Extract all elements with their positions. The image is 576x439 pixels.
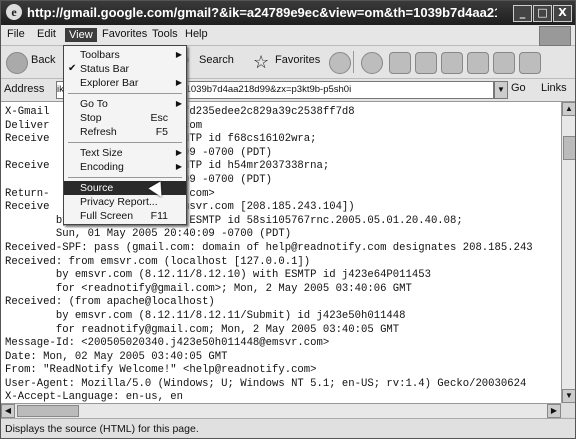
menu-item-full-screen[interactable]: Full Screen F11 [64,209,186,223]
source-line: Received: (from apache@localhost) [5,296,215,309]
window-title: http://gmail.google.com/gmail?&ik=a24789… [27,5,497,20]
status-bar: Displays the source (HTML) for this page… [1,418,575,438]
browser-window: e http://gmail.google.com/gmail?&ik=a247… [0,0,576,439]
menu-item-label: Toolbars [80,49,120,61]
menu-item-text-size[interactable]: Text Size ▶ [64,146,186,160]
menu-item-label: Stop [80,112,102,124]
scroll-corner [561,403,575,417]
scroll-left-icon[interactable]: ◀ [1,404,15,418]
mail-icon[interactable] [389,52,411,74]
menu-item-label: Status Bar [80,63,130,75]
menu-item-label: Text Size [80,147,123,159]
source-line: by emsvr.com (8.12.11/8.12.11/Submit) id… [5,309,406,322]
menu-item-shortcut: F5 [155,126,168,138]
edit-icon[interactable] [441,52,463,74]
view-menu-dropdown: Toolbars ▶ ✔ Status Bar Explorer Bar ▶ Go T… [63,45,187,225]
source-line: by emsvr.com (8.12.11/8.12.10) with ESMT… [5,269,431,282]
source-line: Received-SPF: pass (gmail.com: domain of… [5,241,533,254]
source-line: for <readnotify@gmail.com>; Mon, 2 May 2… [5,282,412,295]
menu-bar: File Edit View Favorites Tools Help [1,25,575,46]
vertical-scroll-thumb[interactable] [563,136,575,160]
source-line: Date: Mon, 02 May 2005 03:40:05 GMT [5,350,228,363]
media-icon[interactable] [329,52,351,74]
status-text: Displays the source (HTML) for this page… [5,423,199,435]
chevron-down-icon[interactable]: ▼ [494,81,508,99]
menu-item-go-to[interactable]: Go To ▶ [64,97,186,111]
menu-item-label: Encoding [80,161,124,173]
search-button-label[interactable]: Search [199,54,234,66]
checkmark-icon: ✔ [68,63,77,74]
menu-item-label: Source [80,182,114,194]
menu-item-status-bar[interactable]: ✔ Status Bar [64,62,186,76]
menu-file[interactable]: File [7,28,25,40]
menu-item-explorer-bar[interactable]: Explorer Bar ▶ [64,76,186,90]
menu-item-label: Explorer Bar [80,77,139,89]
source-line: Received: from emsvr.com (localhost [127… [5,255,311,268]
go-button[interactable]: Go [511,82,526,94]
print-icon[interactable] [415,52,437,74]
menu-item-label: Privacy Report... [80,196,158,208]
menu-item-toolbars[interactable]: Toolbars ▶ [64,48,186,62]
source-line: User-Agent: Mozilla/5.0 (Windows; U; Win… [5,377,527,390]
source-line: for readnotify@gmail.com; Mon, 2 May 200… [5,323,400,336]
back-button-label[interactable]: Back [31,54,55,66]
submenu-arrow-icon: ▶ [175,162,182,171]
menu-separator [68,142,182,143]
menu-item-label: Full Screen [80,210,134,222]
menu-view[interactable]: View [65,28,97,42]
scroll-right-icon[interactable]: ▶ [547,404,561,418]
links-button[interactable]: Links [541,82,567,94]
menu-item-privacy-report[interactable]: Privacy Report... [64,195,186,209]
ie-logo-icon: e [6,4,22,20]
horizontal-scroll-thumb[interactable] [17,405,79,417]
menu-item-shortcut: F11 [150,210,168,222]
menu-help[interactable]: Help [185,28,208,40]
menu-item-label: Refresh [80,126,117,138]
menu-item-encoding[interactable]: Encoding ▶ [64,160,186,174]
scroll-up-icon[interactable]: ▲ [562,102,575,116]
menu-tools[interactable]: Tools [152,28,178,40]
scroll-down-icon[interactable]: ▼ [562,389,575,403]
toolbar-separator [353,51,354,73]
menu-item-label: Go To [80,98,108,110]
address-label: Address [4,83,45,95]
favorites-star-icon[interactable]: ☆ [253,52,273,72]
menu-separator [68,93,182,94]
back-icon[interactable] [6,52,28,74]
submenu-arrow-icon: ▶ [175,99,182,108]
messenger-icon[interactable] [493,52,515,74]
menu-separator [68,177,182,178]
submenu-arrow-icon: ▶ [175,148,182,157]
discuss-icon[interactable] [467,52,489,74]
horizontal-scrollbar[interactable]: ◀ ▶ [1,403,561,418]
page-icon[interactable] [519,52,541,74]
maximize-button[interactable]: □ [533,5,552,22]
submenu-arrow-icon: ▶ [175,78,182,87]
submenu-arrow-icon: ▶ [175,50,182,59]
minimize-button[interactable]: _ [513,5,532,22]
windows-logo-icon [539,26,571,46]
source-line: Sun, 01 May 2005 20:40:09 -0700 (PDT) [5,228,292,241]
menu-item-shortcut: Esc [150,112,168,124]
menu-favorites[interactable]: Favorites [102,28,147,40]
title-bar[interactable]: e http://gmail.google.com/gmail?&ik=a247… [1,1,575,25]
source-line: Message-Id: <200505020340.j423e50h011448… [5,337,330,350]
menu-item-stop[interactable]: Stop Esc [64,111,186,125]
favorites-button-label[interactable]: Favorites [275,54,320,66]
source-line: From: "ReadNotify Welcome!" <help@readno… [5,364,317,377]
history-icon[interactable] [361,52,383,74]
source-line: X-Accept-Language: en-us, en [5,391,184,403]
vertical-scrollbar[interactable]: ▲ ▼ [561,102,575,403]
menu-edit[interactable]: Edit [37,28,56,40]
close-button[interactable]: X [553,5,572,22]
menu-item-refresh[interactable]: Refresh F5 [64,125,186,139]
